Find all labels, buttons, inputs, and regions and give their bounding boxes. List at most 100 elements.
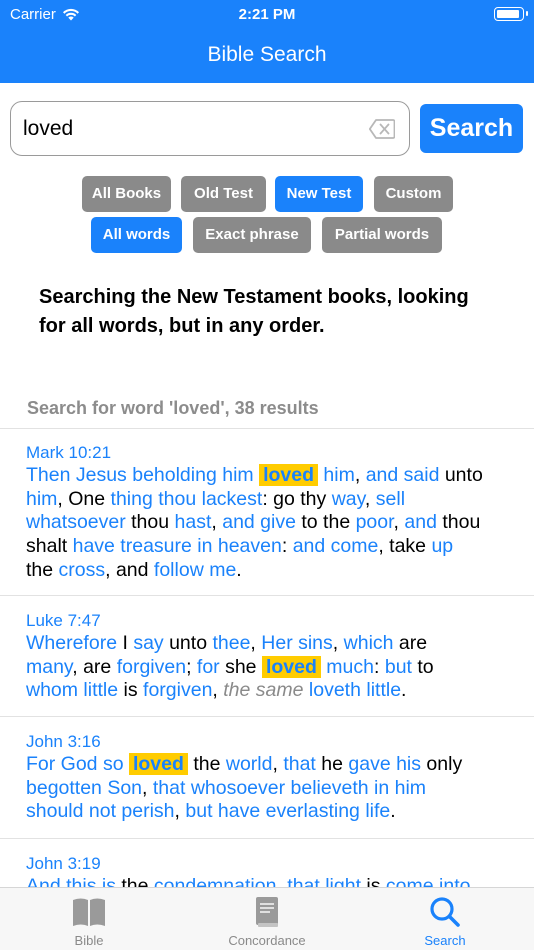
linked-word[interactable]: whom little (26, 679, 118, 701)
tab-label: Search (424, 933, 466, 948)
linked-word[interactable]: have treasure in heaven (73, 535, 282, 557)
search-field[interactable] (10, 101, 410, 156)
linked-word[interactable]: For God so (26, 753, 124, 775)
linked-word[interactable]: hast (175, 511, 212, 533)
linked-word[interactable]: that (283, 753, 316, 775)
verse-reference[interactable]: Luke 7:47 (26, 611, 101, 631)
italic-word: the same (223, 679, 304, 702)
search-input[interactable] (23, 114, 363, 144)
linked-word[interactable]: should not perish (26, 800, 175, 822)
filter-partial-words[interactable]: Partial words (322, 217, 442, 253)
clear-text-icon[interactable] (369, 119, 395, 139)
filter-all-books[interactable]: All Books (82, 176, 171, 212)
search-button[interactable]: Search (420, 104, 523, 153)
verse-plain-text: he (315, 753, 349, 775)
linked-word[interactable]: but (385, 656, 412, 678)
filter-old-testament[interactable]: Old Test (181, 176, 266, 212)
verse-plain-text: only (421, 753, 463, 775)
verse-plain-text: , (212, 679, 224, 702)
linked-word[interactable]: forgiven (117, 656, 186, 678)
verse-reference[interactable]: John 3:16 (26, 732, 101, 752)
linked-word[interactable]: gave his (348, 753, 421, 775)
highlighted-match[interactable]: loved (259, 464, 318, 486)
verse-plain-text: , (272, 753, 284, 775)
linked-word[interactable]: and come (293, 535, 379, 557)
linked-word[interactable]: which (344, 632, 394, 654)
verse-plain-text: , (174, 800, 186, 823)
linked-word[interactable]: and (404, 511, 437, 533)
results-count-header: Search for word 'loved', 38 results (27, 398, 319, 418)
tab-bible[interactable]: Bible (0, 888, 178, 950)
result-item[interactable]: John 3:19 And this is the condemnation, … (0, 838, 534, 888)
verse-plain-text: I (117, 632, 134, 654)
verse-line: begotten Son, that whosoever believeth i… (26, 777, 516, 801)
verse-plain-text: , (393, 511, 405, 534)
tab-bar: Bible Concordance Search (0, 887, 534, 950)
linked-word[interactable]: for (197, 656, 220, 678)
linked-word[interactable]: whatsoever (26, 511, 126, 533)
filter-all-words[interactable]: All words (91, 217, 182, 253)
linked-word[interactable]: up (431, 535, 453, 557)
tab-concordance[interactable]: Concordance (178, 888, 356, 950)
verse-plain-text: : go thy (262, 487, 332, 510)
linked-word[interactable]: and said (366, 464, 440, 486)
highlighted-match[interactable]: loved (128, 753, 188, 775)
verse-reference[interactable]: Mark 10:21 (26, 443, 111, 463)
linked-word[interactable]: thee (212, 632, 250, 654)
linked-word[interactable]: poor (356, 511, 394, 533)
result-item[interactable]: Mark 10:21 Then Jesus beholding him love… (0, 428, 534, 595)
linked-word[interactable]: thing thou lackest (111, 488, 263, 510)
linked-word[interactable]: forgiven (143, 679, 212, 701)
verse-reference[interactable]: John 3:19 (26, 854, 101, 874)
linked-word[interactable]: that whosoever believeth in him (153, 777, 426, 799)
linked-word[interactable]: Then Jesus beholding him (26, 464, 254, 486)
verse-plain-text: : (281, 535, 293, 558)
filter-new-testament[interactable]: New Test (275, 176, 363, 212)
linked-word[interactable]: him (318, 464, 354, 486)
linked-word[interactable]: sell (376, 488, 405, 510)
verse-plain-text: : (374, 655, 385, 678)
linked-word[interactable]: loveth little (309, 679, 401, 701)
verse-text: Then Jesus beholding him loved him, and … (26, 464, 516, 583)
verse-plain-text: the (26, 558, 59, 581)
verse-line: For God so loved the world, that he gave… (26, 753, 516, 777)
verse-plain-text: , (354, 464, 366, 486)
linked-word[interactable]: begotten Son (26, 777, 142, 799)
battery-icon (494, 7, 528, 21)
result-item[interactable]: John 3:16 For God so loved the world, th… (0, 716, 534, 838)
verse-plain-text: shalt (26, 535, 73, 558)
verse-plain-text: to (411, 655, 434, 678)
linked-word[interactable]: Her sins (261, 632, 333, 654)
linked-word[interactable]: Wherefore (26, 632, 117, 654)
linked-word[interactable]: world (226, 753, 273, 775)
verse-plain-text: , (142, 776, 153, 799)
filter-custom[interactable]: Custom (374, 176, 453, 212)
linked-word[interactable]: and give (222, 511, 296, 533)
results-list[interactable]: Mark 10:21 Then Jesus beholding him love… (0, 428, 534, 888)
filter-exact-phrase[interactable]: Exact phrase (193, 217, 311, 253)
linked-word[interactable]: but have everlasting life (185, 800, 390, 822)
result-item[interactable]: Luke 7:47 Wherefore I say unto thee, Her… (0, 595, 534, 716)
verse-plain-text: unto (439, 464, 483, 486)
tab-label: Bible (74, 933, 104, 948)
linked-word[interactable]: much (321, 656, 374, 678)
verse-plain-text: , take (378, 535, 432, 558)
linked-word[interactable]: follow me (154, 559, 236, 581)
linked-word[interactable]: cross (59, 559, 106, 581)
highlighted-match[interactable]: loved (261, 655, 321, 678)
tab-search[interactable]: Search (356, 888, 534, 950)
linked-word[interactable]: him (26, 488, 57, 510)
linked-word[interactable]: many (26, 656, 72, 678)
verse-plain-text: thou (436, 511, 481, 534)
status-bar: Carrier 2:21 PM (0, 0, 534, 30)
concordance-icon (256, 897, 278, 927)
verse-plain-text: , and (105, 558, 154, 581)
verse-line: Wherefore I say unto thee, Her sins, whi… (26, 632, 516, 656)
verse-plain-text: the (187, 753, 226, 775)
verse-line: many, are forgiven; for she loved much: … (26, 655, 516, 680)
verse-plain-text: , (332, 632, 344, 654)
verse-plain-text: is (118, 679, 144, 702)
linked-word[interactable]: say (133, 632, 163, 654)
linked-word[interactable]: way (332, 488, 365, 510)
verse-plain-text: , are (72, 655, 117, 678)
